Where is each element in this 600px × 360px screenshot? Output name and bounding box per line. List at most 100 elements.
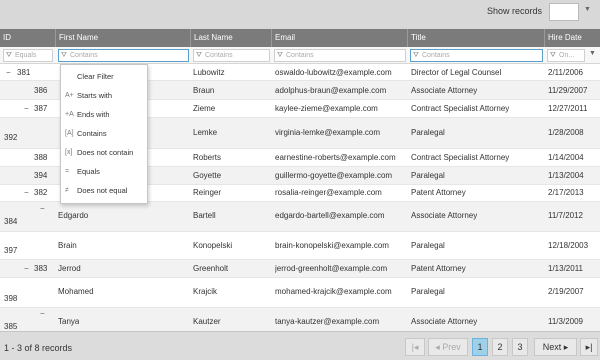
does-not-contain-icon: [x] — [65, 149, 73, 156]
page-button-1[interactable]: 1 — [472, 338, 488, 356]
toolbar: Show records ▼ — [0, 0, 600, 29]
page-button-2[interactable]: 2 — [492, 338, 508, 356]
filter-icon[interactable]: ⛛ — [277, 50, 283, 61]
column-header-first-name[interactable]: First Name — [56, 29, 191, 47]
menu-item-contains[interactable]: [A] Contains — [61, 124, 147, 143]
menu-item-label: Ends with — [77, 110, 110, 119]
page-size-select[interactable] — [549, 3, 579, 21]
cell-hire-date: 2/19/2007 — [548, 287, 584, 296]
last-page-icon: ▸| — [585, 342, 593, 352]
ends-with-icon: +A — [65, 111, 74, 118]
contains-icon: [A] — [65, 130, 74, 137]
cell-email: kaylee-zieme@example.com — [275, 104, 378, 113]
cell-last-name: Bartell — [193, 211, 216, 220]
cell-email: virginia-lemke@example.com — [275, 128, 381, 137]
cell-last-name: Roberts — [193, 153, 222, 162]
cell-id: 392 — [4, 133, 18, 142]
page-button-3[interactable]: 3 — [512, 338, 528, 356]
cell-email: rosalia-reinger@example.com — [275, 188, 382, 197]
cell-first-name: Mohamed — [58, 287, 94, 296]
cell-last-name: Zieme — [193, 104, 216, 113]
cell-last-name: Kautzer — [193, 317, 221, 326]
menu-item-starts-with[interactable]: A+ Starts with — [61, 86, 147, 105]
collapse-icon[interactable]: − — [24, 188, 29, 197]
prev-label: Prev — [442, 342, 461, 352]
cell-id: 386 — [34, 86, 48, 95]
next-label: Next — [542, 342, 562, 352]
prev-icon: ◂ — [435, 342, 440, 352]
cell-email: guillermo-goyette@example.com — [275, 171, 393, 180]
filter-operator-last-name: Contains — [205, 52, 233, 59]
cell-last-name: Konopelski — [193, 241, 233, 250]
cell-email: oswaldo-lubowitz@example.com — [275, 68, 392, 77]
menu-item-label: Starts with — [77, 91, 113, 100]
column-header-title[interactable]: Title — [408, 29, 545, 47]
collapse-icon[interactable]: − — [24, 264, 29, 273]
cell-hire-date: 11/29/2007 — [548, 86, 588, 95]
table-row[interactable]: 398 Mohamed Krajcik mohamed-krajcik@exam… — [0, 278, 600, 308]
first-page-button[interactable]: |◂ — [405, 338, 425, 356]
menu-item-does-not-equal[interactable]: ≠ Does not equal — [61, 181, 147, 200]
next-icon: ▸ — [563, 342, 569, 352]
cell-hire-date: 11/3/2009 — [548, 317, 583, 326]
filter-input-hire-date[interactable]: ⛛ On... — [547, 49, 585, 62]
column-header-id[interactable]: ID — [0, 29, 56, 47]
records-summary: 1 - 3 of 8 records — [4, 343, 73, 353]
grid-footer: 1 - 3 of 8 records |◂ ◂ Prev 1 2 3 Next … — [0, 331, 600, 360]
cell-first-name: Jerrod — [58, 264, 81, 273]
menu-item-does-not-contain[interactable]: [x] Does not contain — [61, 143, 147, 162]
menu-item-clear-filter[interactable]: Clear Filter — [61, 67, 147, 86]
column-header-hire-date[interactable]: Hire Date — [545, 29, 600, 47]
cell-hire-date: 2/17/2013 — [548, 188, 584, 197]
filter-icon[interactable]: ⛛ — [550, 50, 556, 61]
filter-icon[interactable]: ⛛ — [413, 50, 419, 61]
filter-icon[interactable]: ⛛ — [196, 50, 202, 61]
table-row[interactable]: 384 − Edgardo Bartell edgardo-bartell@ex… — [0, 202, 600, 232]
table-row[interactable]: 397 Brain Konopelski brain-konopelski@ex… — [0, 232, 600, 260]
cell-title: Paralegal — [411, 241, 445, 250]
column-header-email[interactable]: Email — [272, 29, 408, 47]
filter-input-last-name[interactable]: ⛛ Contains — [193, 49, 270, 62]
cell-title: Associate Attorney — [411, 317, 478, 326]
prev-page-button[interactable]: ◂ Prev — [428, 338, 468, 356]
grid-header: ID First Name Last Name Email Title Hire… — [0, 29, 600, 47]
cell-email: tanya-kautzer@example.com — [275, 317, 380, 326]
next-page-button[interactable]: Next ▸ — [534, 338, 577, 356]
collapse-icon[interactable]: − — [6, 68, 11, 77]
show-records-label: Show records — [487, 6, 543, 16]
filter-row: ⛛ Equals ⛛ Contains ⛛ Contains ⛛ Contain… — [0, 47, 600, 64]
table-row[interactable]: 385 − Tanya Kautzer tanya-kautzer@exampl… — [0, 308, 600, 331]
table-row[interactable]: − 383 Jerrod Greenholt jerrod-greenholt@… — [0, 260, 600, 278]
cell-title: Contract Specialist Attorney — [411, 104, 510, 113]
cell-id: 398 — [4, 294, 18, 303]
menu-item-label: Does not contain — [77, 148, 134, 157]
menu-item-ends-with[interactable]: +A Ends with — [61, 105, 147, 124]
filter-input-email[interactable]: ⛛ Contains — [274, 49, 406, 62]
filter-input-title[interactable]: ⛛ Contains — [410, 49, 543, 62]
filter-icon[interactable]: ⛛ — [61, 50, 67, 61]
cell-id: 382 — [34, 188, 48, 197]
last-page-button[interactable]: ▸| — [580, 338, 598, 356]
filter-input-id[interactable]: ⛛ Equals — [3, 49, 53, 62]
cell-last-name: Greenholt — [193, 264, 229, 273]
cell-email: edgardo-bartell@example.com — [275, 211, 385, 220]
menu-item-label: Does not equal — [77, 186, 128, 195]
menu-item-label: Contains — [77, 129, 107, 138]
collapse-icon[interactable]: − — [40, 204, 45, 213]
chevron-down-icon[interactable]: ▼ — [589, 50, 596, 57]
cell-title: Patent Attorney — [411, 188, 466, 197]
chevron-down-icon[interactable]: ▼ — [584, 6, 591, 13]
cell-title: Paralegal — [411, 171, 445, 180]
column-header-last-name[interactable]: Last Name — [191, 29, 272, 47]
collapse-icon[interactable]: − — [40, 309, 45, 318]
cell-hire-date: 1/28/2008 — [548, 128, 584, 137]
menu-item-equals[interactable]: = Equals — [61, 162, 147, 181]
cell-title: Associate Attorney — [411, 86, 478, 95]
collapse-icon[interactable]: − — [24, 104, 29, 113]
filter-icon[interactable]: ⛛ — [6, 50, 12, 61]
cell-title: Contract Specialist Attorney — [411, 153, 510, 162]
menu-item-label: Clear Filter — [77, 72, 114, 81]
filter-input-first-name[interactable]: ⛛ Contains — [58, 49, 189, 62]
cell-hire-date: 1/14/2004 — [548, 153, 584, 162]
cell-id: 388 — [34, 153, 48, 162]
